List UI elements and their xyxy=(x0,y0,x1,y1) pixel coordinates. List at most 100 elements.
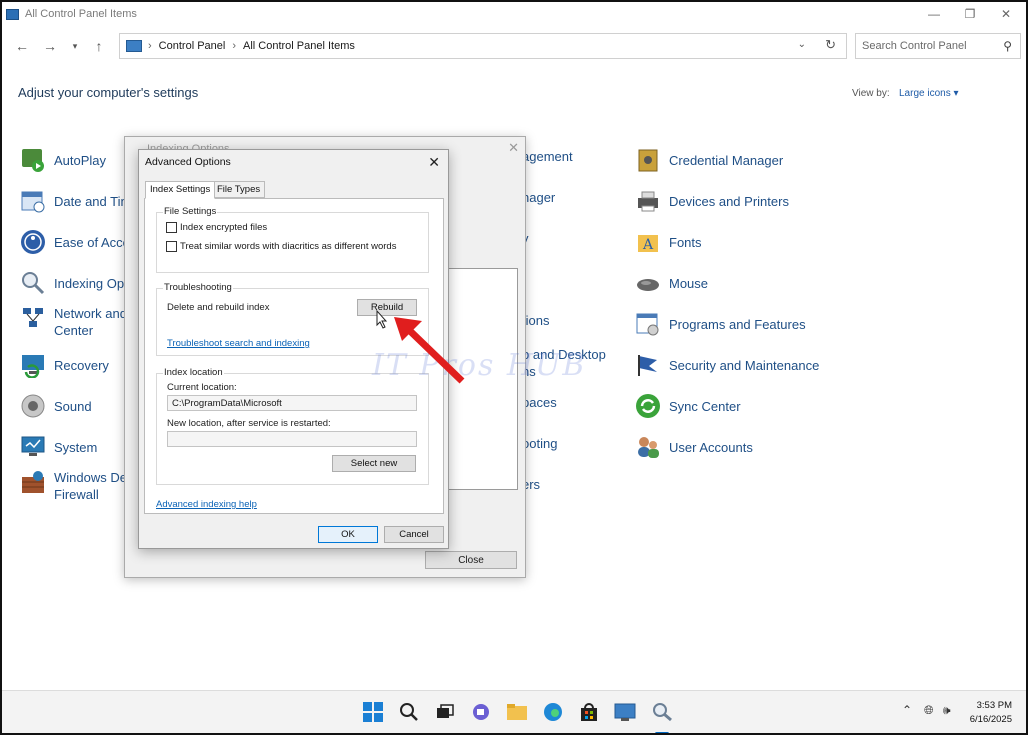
tab-index-settings[interactable]: Index Settings xyxy=(145,181,216,199)
diacritics-checkbox[interactable]: Treat similar words with diacritics as d… xyxy=(166,241,396,252)
close-icon[interactable]: ✕ xyxy=(508,140,519,156)
indexing-magnifier-icon xyxy=(20,270,46,296)
ease-of-access-icon xyxy=(20,229,46,255)
window-title: All Control Panel Items xyxy=(25,8,137,20)
autoplay-icon xyxy=(20,147,46,173)
item-col2-spaces[interactable]: paces xyxy=(522,394,557,411)
chat-icon[interactable] xyxy=(470,701,492,723)
task-view-icon[interactable] xyxy=(434,701,456,723)
credential-vault-icon xyxy=(635,147,661,173)
edge-browser-icon[interactable] xyxy=(542,701,564,723)
tab-file-types[interactable]: File Types xyxy=(212,181,266,198)
item-mouse[interactable]: Mouse xyxy=(635,270,708,296)
item-network-sharing[interactable]: Network and Center xyxy=(20,305,127,339)
page-title: Adjust your computer's settings xyxy=(18,85,199,100)
firewall-icon xyxy=(20,469,46,495)
control-panel-icon xyxy=(126,40,142,52)
annotation-overlay xyxy=(376,309,465,384)
breadcrumb-control-panel[interactable]: Control Panel xyxy=(159,40,226,52)
item-programs-features[interactable]: Programs and Features xyxy=(635,311,806,337)
search-input[interactable]: Search Control Panel ⚲ xyxy=(855,33,1021,59)
ok-button[interactable]: OK xyxy=(318,526,378,543)
clock-time: 3:53 PM xyxy=(976,700,1012,711)
new-location-label: New location, after service is restarted… xyxy=(167,418,331,429)
mouse-cursor-icon xyxy=(376,309,388,329)
troubleshoot-link[interactable]: Troubleshoot search and indexing xyxy=(167,338,310,349)
recovery-icon xyxy=(20,352,46,378)
item-credential-manager[interactable]: Credential Manager xyxy=(635,147,783,173)
advanced-help-link[interactable]: Advanced indexing help xyxy=(156,499,257,510)
indexing-options-taskbar-icon[interactable] xyxy=(651,701,673,723)
title-bar: All Control Panel Items xyxy=(2,2,1026,26)
item-col2-troubleshooting[interactable]: ooting xyxy=(522,435,557,452)
rebuild-description: Delete and rebuild index xyxy=(167,302,270,313)
volume-icon[interactable]: 🕪︎ xyxy=(943,703,951,718)
view-by-dropdown[interactable]: Large icons ▾ xyxy=(899,88,959,99)
clock-date: 6/16/2025 xyxy=(969,714,1012,725)
item-indexing-options[interactable]: Indexing Op xyxy=(20,270,124,296)
dialog-title: Advanced Options xyxy=(145,156,231,168)
programs-icon xyxy=(635,311,661,337)
mouse-icon xyxy=(635,270,661,296)
store-icon[interactable] xyxy=(578,701,600,723)
refresh-icon[interactable]: ↻ xyxy=(825,37,836,53)
item-windows-firewall[interactable]: Windows De Firewall xyxy=(20,469,127,503)
breadcrumb-all-items[interactable]: All Control Panel Items xyxy=(243,40,355,52)
printer-icon xyxy=(635,188,661,214)
users-icon xyxy=(635,434,661,460)
item-sync-center[interactable]: Sync Center xyxy=(635,393,741,419)
red-arrow-icon xyxy=(394,317,465,384)
file-explorer-icon[interactable] xyxy=(506,701,528,723)
close-window-button[interactable]: ✕ xyxy=(988,2,1024,26)
svg-text:A: A xyxy=(642,237,654,253)
screen: All Control Panel Items — ❐ ✕ ← → ▾ ↑ › … xyxy=(0,0,1028,735)
fonts-folder-icon: A xyxy=(635,229,661,255)
item-fonts[interactable]: A Fonts xyxy=(635,229,702,255)
forward-arrow-icon[interactable]: → xyxy=(40,36,60,56)
item-user-accounts[interactable]: User Accounts xyxy=(635,434,753,460)
item-ease-of-access[interactable]: Ease of Acce xyxy=(20,229,130,255)
network-icon xyxy=(20,305,46,331)
item-autoplay[interactable]: AutoPlay xyxy=(20,147,106,173)
chevron-up-icon[interactable]: ⌃ xyxy=(902,703,912,717)
security-flag-icon xyxy=(635,352,661,378)
taskbar: ⌃ 🌐︎ 🕪︎ 3:53 PM 6/16/2025 xyxy=(2,690,1026,733)
close-icon[interactable]: ✕ xyxy=(428,154,440,171)
address-dropdown-icon[interactable]: ⌄ xyxy=(798,39,806,50)
recent-dropdown-icon[interactable]: ▾ xyxy=(65,36,85,56)
item-system[interactable]: System xyxy=(20,434,97,460)
select-new-button[interactable]: Select new xyxy=(332,455,416,472)
file-settings-group: File Settings Index encrypted files Trea… xyxy=(156,206,429,273)
item-recovery[interactable]: Recovery xyxy=(20,352,109,378)
control-panel-taskbar-icon[interactable] xyxy=(614,701,636,723)
minimize-button[interactable]: — xyxy=(916,2,952,26)
index-encrypted-checkbox[interactable]: Index encrypted files xyxy=(166,222,267,233)
item-col2-management[interactable]: agement xyxy=(522,148,573,165)
search-icon[interactable] xyxy=(398,701,420,723)
view-by-label: View by: xyxy=(852,88,890,99)
item-devices-printers[interactable]: Devices and Printers xyxy=(635,188,789,214)
globe-icon[interactable]: 🌐︎ xyxy=(924,703,934,718)
clock[interactable]: 3:53 PM 6/16/2025 xyxy=(970,699,1012,727)
cancel-button[interactable]: Cancel xyxy=(384,526,444,543)
item-col2-options[interactable]: tions xyxy=(522,312,549,329)
start-windows-icon[interactable] xyxy=(362,701,384,723)
control-panel-icon xyxy=(6,8,19,20)
item-sound[interactable]: Sound xyxy=(20,393,92,419)
indexing-close-button[interactable]: Close xyxy=(425,551,517,569)
address-bar[interactable]: › Control Panel › All Control Panel Item… xyxy=(119,33,847,59)
sync-icon xyxy=(635,393,661,419)
up-arrow-icon[interactable]: ↑ xyxy=(89,36,109,56)
item-date-time[interactable]: Date and Tim xyxy=(20,188,131,214)
address-row: ← → ▾ ↑ › Control Panel › All Control Pa… xyxy=(2,33,1026,59)
system-monitor-icon xyxy=(20,434,46,460)
current-location-field: C:\ProgramData\Microsoft xyxy=(167,395,417,411)
back-arrow-icon[interactable]: ← xyxy=(12,36,32,56)
calendar-clock-icon xyxy=(20,188,46,214)
item-security-maintenance[interactable]: Security and Maintenance xyxy=(635,352,819,378)
speaker-icon xyxy=(20,393,46,419)
new-location-field xyxy=(167,431,417,447)
maximize-button[interactable]: ❐ xyxy=(952,2,988,26)
current-location-label: Current location: xyxy=(167,382,237,393)
item-col2-manager[interactable]: nager xyxy=(522,189,555,206)
